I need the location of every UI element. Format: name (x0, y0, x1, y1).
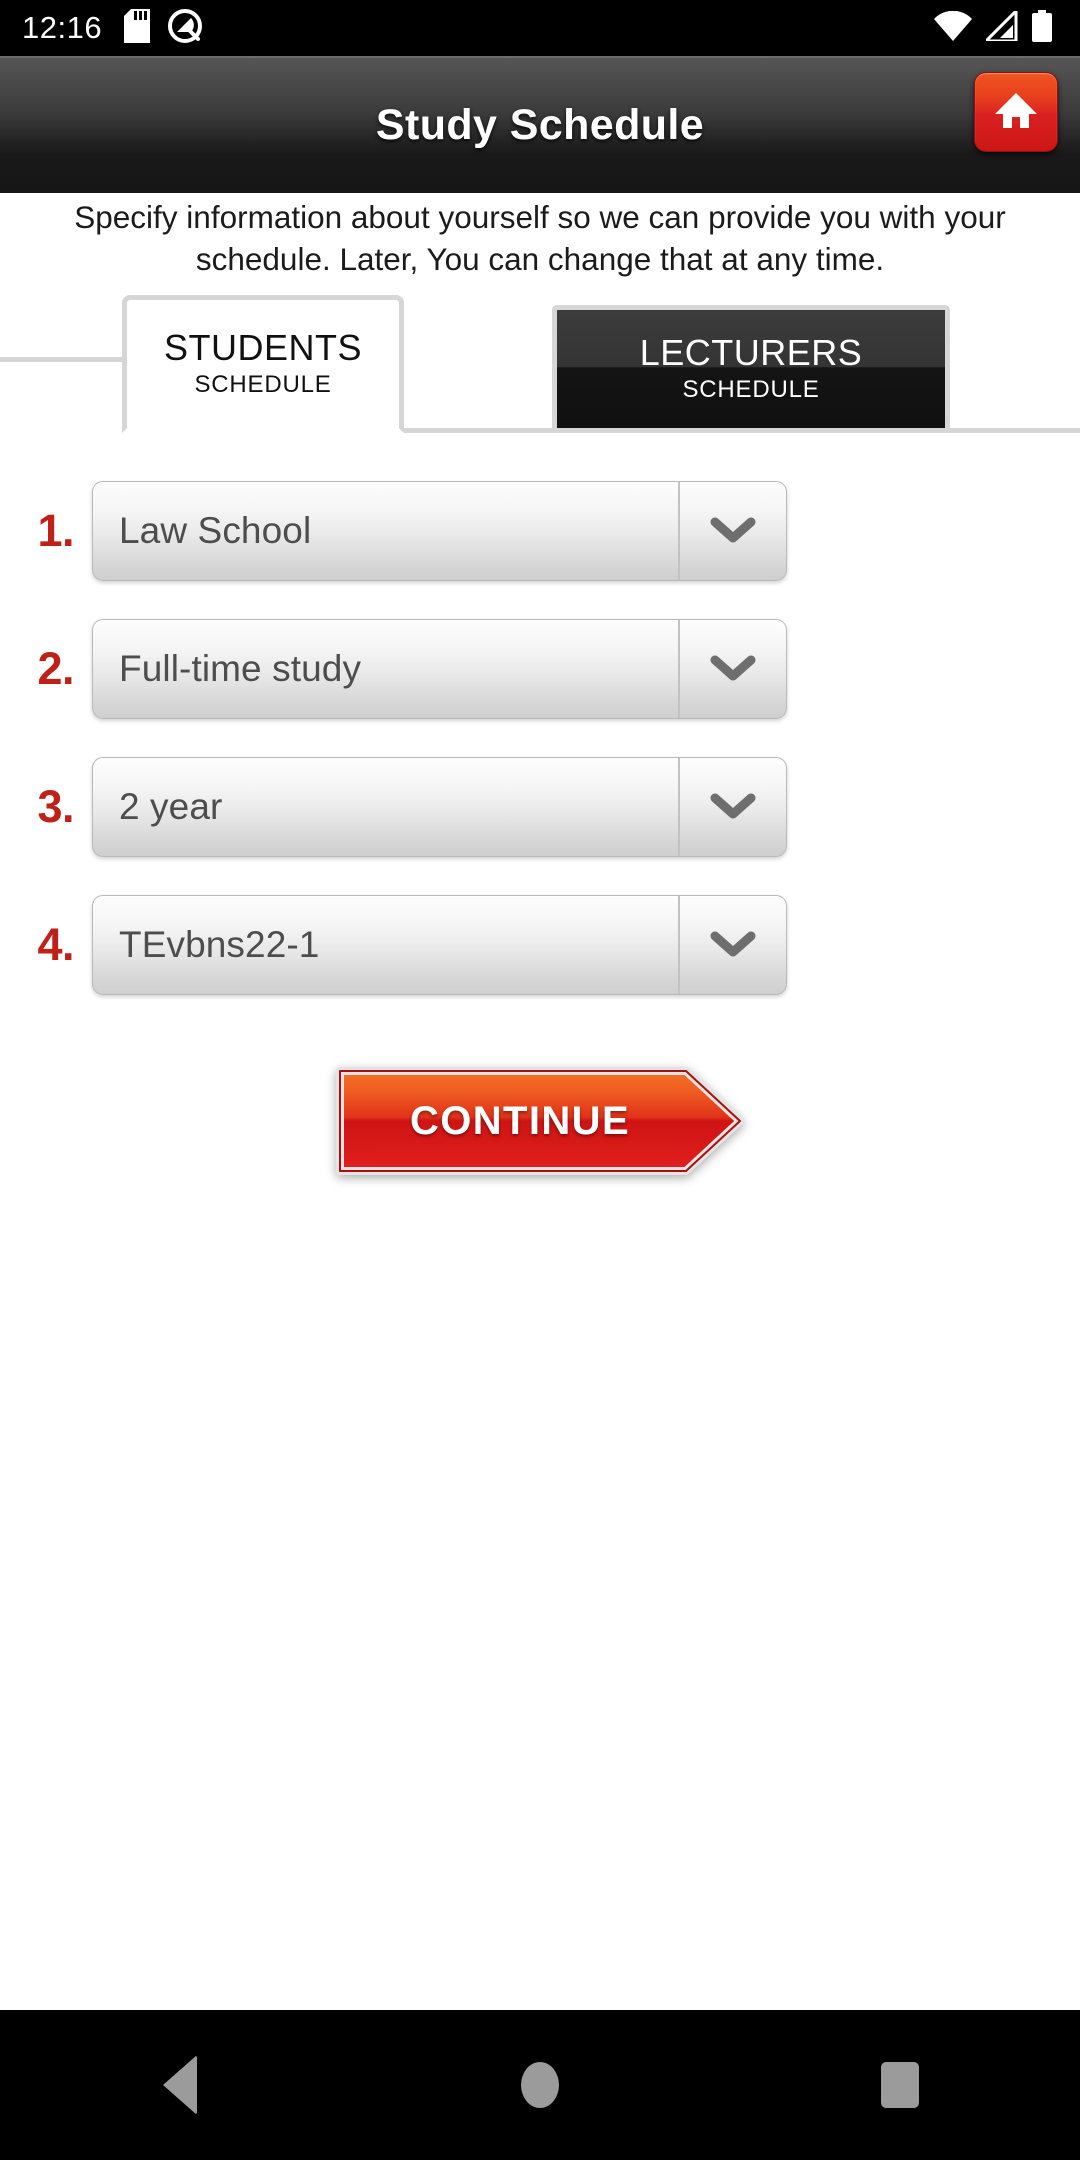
home-icon (994, 90, 1038, 135)
dropdown-group[interactable]: TEvbns22-1 (92, 895, 787, 995)
form-rows: 1. Law School 2. Full-time study 3. 2 ye… (0, 481, 1080, 1033)
back-icon (163, 2055, 197, 2115)
dropdown-year-value: 2 year (119, 786, 223, 827)
row-number-2: 2. (37, 643, 74, 694)
tab-lecturers-title: LECTURERS (639, 332, 863, 374)
app-screen: 12:16 Study Schedule Specify information… (0, 0, 1080, 2160)
status-left-icon-group (124, 8, 203, 48)
title-bar: Study Schedule (0, 56, 1080, 193)
chevron-down-icon[interactable] (678, 620, 786, 718)
home-button[interactable] (974, 72, 1058, 152)
recents-square-icon (881, 2062, 919, 2108)
nav-recents-button[interactable] (820, 2010, 980, 2160)
tab-lecturers-subtitle: SCHEDULE (682, 375, 820, 403)
tab-strip-left-edge (0, 357, 127, 433)
tab-bar: STUDENTS SCHEDULE LECTURERS SCHEDULE (0, 295, 1080, 433)
tab-students-title: STUDENTS (163, 327, 362, 369)
chevron-down-icon[interactable] (678, 896, 786, 994)
row-number-1: 1. (37, 505, 74, 556)
nav-back-button[interactable] (100, 2010, 260, 2160)
continue-button[interactable]: CONTINUE (334, 1065, 746, 1177)
row-number-3: 3. (37, 781, 74, 832)
chevron-down-icon[interactable] (678, 482, 786, 580)
dropdown-study-form-value: Full-time study (119, 648, 362, 689)
do-not-disturb-icon (168, 8, 203, 48)
form-row: 1. Law School (0, 481, 1080, 581)
status-clock: 12:16 (22, 10, 103, 45)
dropdown-year[interactable]: 2 year (92, 757, 787, 857)
row-number-4: 4. (37, 919, 74, 970)
dropdown-faculty[interactable]: Law School (92, 481, 787, 581)
form-row: 3. 2 year (0, 757, 1080, 857)
dropdown-group-value: TEvbns22-1 (119, 924, 320, 965)
wifi-icon (934, 10, 972, 46)
dropdown-faculty-value: Law School (119, 510, 312, 551)
status-bar: 12:16 (0, 0, 1080, 56)
form-row: 4. TEvbns22-1 (0, 895, 1080, 995)
android-nav-bar (0, 2010, 1080, 2160)
nav-home-button[interactable] (460, 2010, 620, 2160)
continue-button-area: CONTINUE (0, 1065, 1080, 1177)
description-text: Specify information about yourself so we… (74, 199, 1006, 277)
battery-icon (1032, 9, 1052, 47)
form-row: 2. Full-time study (0, 619, 1080, 719)
chevron-down-icon[interactable] (678, 758, 786, 856)
status-right-icon-group (934, 6, 1058, 47)
tab-lecturers-schedule[interactable]: LECTURERS SCHEDULE (552, 305, 950, 433)
home-circle-icon (521, 2062, 559, 2108)
tab-students-subtitle: SCHEDULE (194, 370, 332, 398)
sd-card-icon (124, 8, 151, 48)
tab-students-schedule[interactable]: STUDENTS SCHEDULE (122, 295, 404, 433)
page-title: Study Schedule (375, 101, 705, 149)
continue-button-shape (336, 1067, 744, 1175)
cellular-signal-icon (982, 6, 1018, 46)
dropdown-study-form[interactable]: Full-time study (92, 619, 787, 719)
